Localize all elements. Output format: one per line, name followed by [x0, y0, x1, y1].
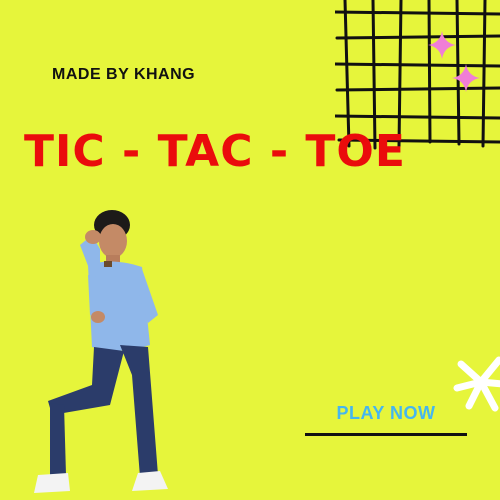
sparkle-icon: [428, 31, 456, 59]
sparkle-icon: [452, 64, 480, 92]
credit-text: MADE BY KHANG: [52, 66, 196, 83]
play-now-button[interactable]: PLAY NOW: [305, 402, 467, 436]
play-now-label: PLAY NOW: [336, 403, 436, 423]
person-figure: [34, 210, 168, 493]
play-now-underline: [305, 433, 467, 436]
start-screen: MADE BY KHANG TIC - TAC - TOE PLAY NOW: [0, 0, 500, 500]
game-title: TIC - TAC - TOE: [24, 126, 406, 177]
